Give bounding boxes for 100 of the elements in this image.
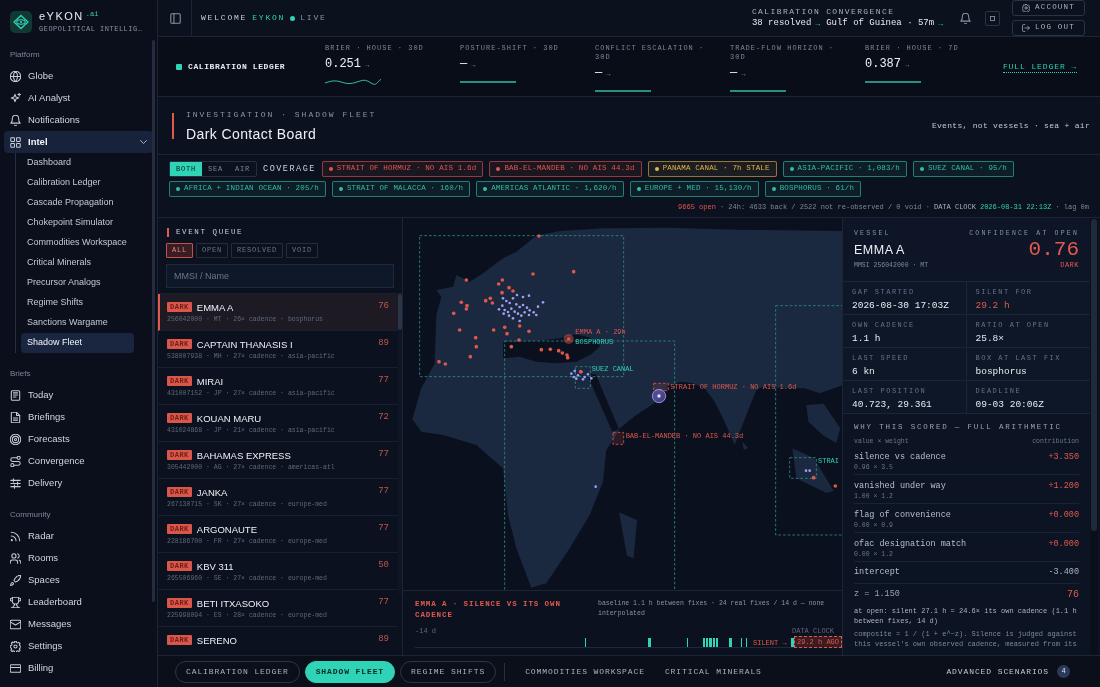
search-field[interactable]: MMSI / Name	[166, 264, 394, 288]
vessel-marker-icon[interactable]	[527, 313, 531, 317]
event-marker-icon[interactable]	[474, 344, 479, 349]
event-marker-icon[interactable]	[811, 475, 816, 480]
vessel-marker-icon[interactable]	[518, 319, 521, 323]
vessel-marker-icon[interactable]	[804, 469, 808, 472]
event-marker-icon[interactable]	[451, 311, 456, 316]
event-marker-icon[interactable]	[502, 325, 507, 330]
vessel-marker-icon[interactable]	[510, 307, 513, 310]
vessel-marker-icon[interactable]	[502, 312, 505, 315]
layout-button[interactable]	[985, 10, 1000, 26]
vessel-marker-icon[interactable]	[570, 372, 573, 375]
nav-item[interactable]: Messages	[4, 613, 153, 635]
event-marker-icon[interactable]	[511, 289, 515, 293]
vessel-marker-icon[interactable]	[590, 377, 593, 380]
vessel-marker-icon[interactable]	[518, 305, 521, 309]
vessel-marker-icon[interactable]	[507, 314, 511, 317]
nav-item[interactable]: Globe	[4, 65, 153, 87]
vessel-marker-icon[interactable]	[515, 293, 519, 297]
vessel-marker-icon[interactable]	[808, 469, 811, 472]
nav-item[interactable]: Notifications	[4, 109, 153, 131]
event-marker-icon[interactable]	[548, 347, 553, 352]
nav-item[interactable]: Today	[4, 384, 153, 406]
nav-item[interactable]: Delivery	[4, 472, 153, 494]
scrollbar-thumb[interactable]	[152, 40, 155, 602]
nav-tab[interactable]: SHADOW FLEET	[304, 660, 396, 683]
event-marker-icon[interactable]	[505, 331, 509, 336]
event-marker-icon[interactable]	[496, 282, 501, 286]
vessel-marker-icon[interactable]	[572, 375, 575, 379]
vessel-marker-icon[interactable]	[583, 375, 586, 379]
event-marker-icon[interactable]	[531, 272, 535, 276]
nav-tab[interactable]: COMMODITIES WORKSPACE	[515, 660, 655, 683]
event-marker-icon[interactable]	[509, 344, 514, 349]
ring-marker-icon[interactable]	[651, 388, 667, 404]
event-marker-icon[interactable]	[437, 359, 441, 364]
chevron-down-icon[interactable]	[140, 140, 147, 144]
vessel-marker-icon[interactable]	[528, 309, 531, 312]
event-marker-icon[interactable]	[571, 269, 576, 274]
scrollbar-thumb[interactable]	[398, 294, 402, 330]
nav-item[interactable]: Billing	[4, 657, 153, 679]
event-marker-icon[interactable]	[465, 303, 469, 308]
nav-item[interactable]: Rooms	[4, 547, 153, 569]
nav-item[interactable]: Radar	[4, 525, 153, 547]
event-marker-icon[interactable]	[517, 324, 522, 328]
event-marker-icon[interactable]	[539, 347, 544, 352]
advanced-scenarios-link[interactable]: ADVANCED SCENARIOS	[946, 665, 1049, 678]
event-marker-icon[interactable]	[500, 290, 504, 295]
nav-item[interactable]: Intel	[4, 131, 153, 153]
event-marker-icon[interactable]	[473, 335, 478, 340]
vessel-marker-icon[interactable]	[513, 310, 516, 313]
event-marker-icon[interactable]	[500, 278, 505, 282]
event-marker-icon[interactable]	[560, 351, 565, 355]
nav-subitem[interactable]: Chokepoint Simulator	[21, 213, 134, 233]
vessel-marker-icon[interactable]	[535, 313, 538, 317]
vessel-marker-icon[interactable]	[520, 314, 523, 317]
nav-subitem[interactable]: Critical Minerals	[21, 253, 134, 273]
vessel-marker-icon[interactable]	[497, 308, 501, 311]
stat-link[interactable]: Gulf of Guinea · 57m →	[826, 18, 943, 29]
stat-link[interactable]: 38 resolved →	[751, 18, 821, 29]
nav-subitem[interactable]: Dashboard	[21, 153, 134, 173]
vessel-marker-icon[interactable]	[516, 312, 520, 315]
vessel-marker-icon[interactable]	[508, 301, 511, 305]
event-marker-icon[interactable]	[443, 362, 448, 366]
event-marker-icon[interactable]	[517, 338, 521, 342]
vessel-marker-icon[interactable]	[515, 303, 518, 306]
nav-subitem[interactable]: Precursor Analogs	[21, 273, 134, 293]
vessel-marker-icon[interactable]	[501, 297, 505, 300]
sidebar-icon[interactable]	[170, 12, 181, 24]
vessel-marker-icon[interactable]	[581, 378, 585, 381]
vessel-marker-icon[interactable]	[525, 306, 529, 309]
vessel-marker-icon[interactable]	[573, 369, 576, 373]
nav-item[interactable]: AI Analyst	[4, 87, 153, 109]
vessel-marker-icon[interactable]	[511, 317, 515, 320]
nav-subitem[interactable]: Sanctions Wargame	[21, 313, 134, 333]
nav-subitem[interactable]: Shadow Fleet	[21, 333, 134, 353]
nav-tab[interactable]: CRITICAL MINERALS	[654, 660, 772, 683]
nav-subitem[interactable]: Commodities Workspace	[21, 233, 134, 253]
vessel-marker-icon[interactable]	[532, 311, 535, 314]
event-marker-icon[interactable]	[464, 278, 469, 282]
event-marker-icon[interactable]	[833, 484, 838, 488]
nav-item[interactable]: Convergence	[4, 450, 153, 472]
event-marker-icon[interactable]	[507, 285, 511, 290]
event-marker-icon[interactable]	[490, 301, 495, 305]
event-marker-icon[interactable]	[565, 355, 570, 360]
event-marker-icon[interactable]	[488, 296, 493, 301]
vessel-marker-icon[interactable]	[586, 373, 590, 376]
vessel-marker-icon[interactable]	[521, 303, 525, 307]
event-marker-icon[interactable]	[483, 298, 488, 303]
scrollbar-thumb[interactable]	[1091, 219, 1097, 531]
full-ledger-link[interactable]: FULL LEDGER →	[1002, 60, 1077, 73]
vessel-marker-icon[interactable]	[541, 301, 545, 304]
vessel-marker-icon[interactable]	[527, 294, 531, 297]
nav-subitem[interactable]: Calibration Ledger	[21, 173, 134, 193]
vessel-marker-icon[interactable]	[506, 310, 510, 314]
alert-marker-icon[interactable]	[563, 334, 574, 344]
event-marker-icon[interactable]	[556, 348, 561, 353]
vessel-marker-icon[interactable]	[505, 299, 508, 303]
event-marker-icon[interactable]	[457, 328, 462, 332]
event-marker-icon[interactable]	[468, 354, 473, 359]
event-marker-icon[interactable]	[464, 307, 469, 311]
